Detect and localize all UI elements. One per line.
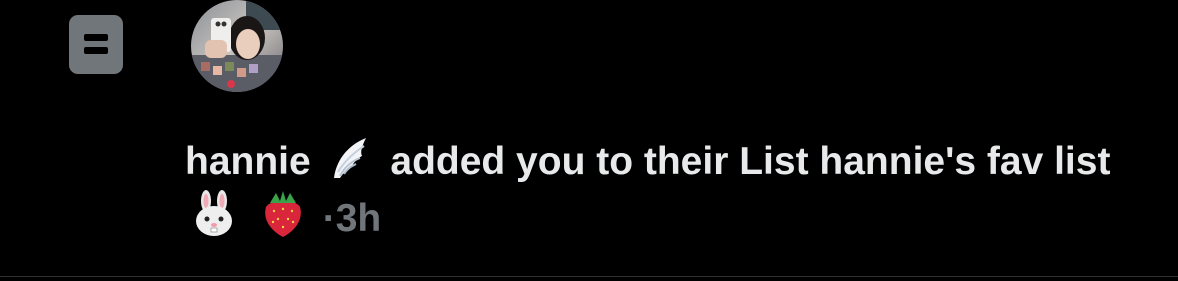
- notification-item[interactable]: hannie added you to their List hannie's …: [0, 0, 1178, 276]
- rabbit-face-emoji: [196, 190, 232, 236]
- wing-emoji: [333, 138, 366, 178]
- list-icon: [69, 15, 123, 74]
- separator-dot: ·: [322, 197, 336, 240]
- strawberry-emoji: [265, 191, 301, 237]
- avatar[interactable]: [191, 0, 283, 92]
- timestamp: 3h: [335, 197, 382, 240]
- notification-text[interactable]: hannie added you to their List hannie's …: [185, 132, 1145, 246]
- action-text: added you to their List: [390, 140, 809, 183]
- list-name-link[interactable]: hannie's fav list: [819, 140, 1110, 183]
- divider: [0, 276, 1178, 277]
- user-name-link[interactable]: hannie: [185, 140, 311, 183]
